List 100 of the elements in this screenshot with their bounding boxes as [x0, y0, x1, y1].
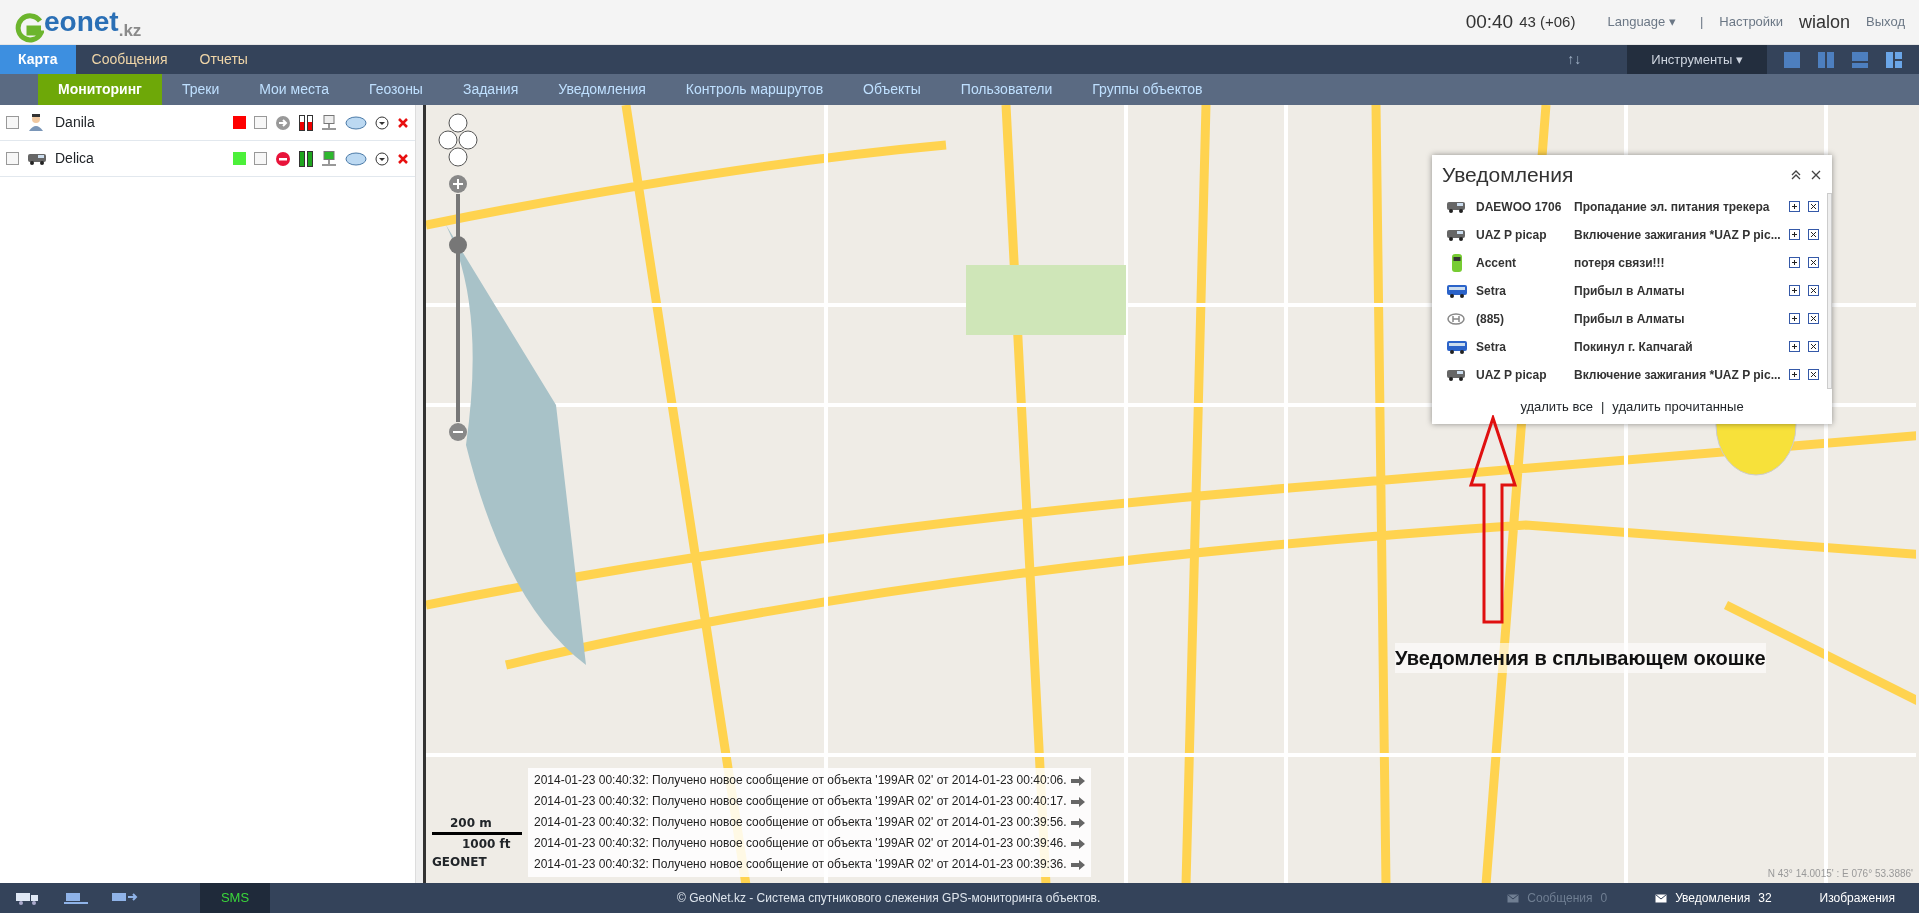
notification-text: Прибыл в Алматы: [1574, 310, 1686, 328]
tools-dropdown[interactable]: Инструменты ▾: [1627, 45, 1767, 74]
car-icon: [1452, 253, 1462, 272]
network-icon: [321, 114, 337, 131]
arrow-icon[interactable]: [1070, 817, 1085, 828]
remove-icon[interactable]: [1807, 201, 1819, 212]
images-tab[interactable]: Изображения: [1819, 889, 1895, 907]
brand-name: wialon: [1799, 10, 1851, 34]
main-tab[interactable]: Сообщения: [75, 45, 184, 74]
scale-label: 1000 ft: [461, 836, 512, 853]
remove-icon[interactable]: [1807, 229, 1819, 240]
layout-icon[interactable]: [1817, 50, 1835, 69]
sort-button[interactable]: ↑↓: [1551, 45, 1598, 74]
popup-title: Уведомления: [1442, 162, 1574, 188]
unit-name: UAZ P picap: [1476, 226, 1548, 244]
copyright-text: © GeoNet.kz - Система спутникового слежения GPS-мониторинга объектов.: [677, 890, 1101, 907]
select-checkbox[interactable]: [6, 116, 19, 129]
remove-icon[interactable]: [1807, 285, 1819, 296]
pan-control-icon[interactable]: [438, 113, 478, 168]
sub-tab[interactable]: Задания: [442, 74, 539, 105]
log-message: 2014-01-23 00:40:32: Получено новое сообщение от объекта '199AR 02' от 2014-01-23 00:40:06.: [534, 772, 1067, 789]
expand-icon[interactable]: [1788, 341, 1800, 352]
layout-icon[interactable]: [1851, 50, 1869, 69]
count-text: 0: [1600, 890, 1608, 907]
arrow-icon[interactable]: [1070, 859, 1085, 870]
unit-name: DAEWOO 1706: [1476, 198, 1563, 216]
scale-brand: GEONET: [432, 854, 488, 871]
sub-tab[interactable]: Мои места: [239, 74, 350, 105]
map-checkbox[interactable]: [254, 152, 267, 165]
arrow-icon[interactable]: [1070, 796, 1085, 807]
notification-text: Включение зажигания *UAZ P pic...: [1574, 226, 1781, 244]
expand-icon[interactable]: [1788, 257, 1800, 268]
main-tab[interactable]: Отчеты: [183, 45, 264, 74]
arrow-icon[interactable]: [1070, 775, 1085, 786]
remove-icon[interactable]: [1807, 369, 1819, 380]
delete-all-link[interactable]: удалить все: [1520, 396, 1593, 416]
log-message: 2014-01-23 00:40:32: Получено новое сообщение от объекта '199AR 02' от 2014-01-23 00:40:17.: [534, 793, 1067, 810]
clock-time: 00:40: [1465, 9, 1514, 34]
layout-icon[interactable]: [1885, 50, 1903, 69]
dropdown-icon[interactable]: [375, 115, 389, 130]
expand-icon[interactable]: [1788, 369, 1800, 380]
main-tab[interactable]: Карта: [0, 45, 76, 74]
scale-label: 200 m: [432, 814, 522, 835]
expand-icon[interactable]: [1788, 313, 1800, 324]
separator-text: |: [1699, 13, 1704, 32]
zoom-out-icon[interactable]: [447, 422, 469, 443]
sub-tab[interactable]: Контроль маршрутов: [665, 74, 844, 105]
sub-tab[interactable]: Группы объектов: [1072, 74, 1223, 105]
sub-tab[interactable]: Пользователи: [940, 74, 1073, 105]
envelope-icon[interactable]: [1655, 893, 1668, 903]
unit-name: (885): [1476, 310, 1505, 328]
settings-link[interactable]: Настройки: [1719, 12, 1784, 32]
sms-button[interactable]: SMS: [200, 883, 270, 913]
network-icon: [321, 150, 337, 167]
count-text: 32: [1758, 890, 1772, 907]
dropdown-icon[interactable]: [375, 151, 389, 166]
annotation-caption: Уведомления в сплывающем окошке: [1395, 643, 1766, 673]
sub-tab[interactable]: Объекты: [843, 74, 941, 105]
log-message: 2014-01-23 00:40:32: Получено новое сообщение от объекта '199AR 02' от 2014-01-23 00:39:56.: [534, 814, 1067, 831]
expand-icon[interactable]: [1788, 201, 1800, 212]
map-checkbox[interactable]: [254, 116, 267, 129]
sub-tab[interactable]: Треки: [161, 74, 240, 105]
log-message: 2014-01-23 00:40:32: Получено новое сообщение от объекта '199AR 02' от 2014-01-23 00:39:46.: [534, 835, 1067, 852]
coordinates-text: N 43° 14.0015' : E 076° 53.3886': [1767, 867, 1913, 881]
notification-text: Включение зажигания *UAZ P pic...: [1574, 366, 1781, 384]
unit-name: Setra: [1476, 338, 1508, 356]
unit-name: UAZ P picap: [1476, 366, 1548, 384]
logout-link[interactable]: Выход: [1866, 12, 1905, 32]
unit-name[interactable]: Danila: [55, 112, 205, 133]
expand-icon[interactable]: [1788, 229, 1800, 240]
notification-text: Покинул г. Капчагай: [1574, 338, 1694, 356]
notification-text: Прибыл в Алматы: [1574, 282, 1686, 300]
notification-text: потеря связи!!!: [1574, 254, 1666, 272]
language-dropdown[interactable]: Language ▾: [1607, 12, 1676, 32]
clock-seconds: 43 (+06): [1519, 11, 1576, 32]
logo-swirl-icon: [14, 13, 44, 43]
scrollbar[interactable]: [415, 105, 423, 883]
expand-icon[interactable]: [1788, 285, 1800, 296]
layout-icon[interactable]: [1783, 50, 1801, 69]
unit-name: Accent: [1476, 254, 1517, 272]
remove-icon[interactable]: [1807, 257, 1819, 268]
delete-read-link[interactable]: удалить прочитанные: [1612, 396, 1744, 416]
unit-name: Setra: [1476, 282, 1508, 300]
collapse-icon[interactable]: [1790, 168, 1802, 181]
remove-icon[interactable]: [1807, 341, 1819, 352]
unit-name[interactable]: Delica: [55, 148, 205, 169]
zoom-in-icon[interactable]: [447, 173, 469, 194]
sub-tab[interactable]: Геозоны: [349, 74, 443, 105]
remove-icon[interactable]: [1807, 313, 1819, 324]
delete-icon[interactable]: [397, 152, 409, 165]
scrollbar[interactable]: [1826, 192, 1832, 389]
notifications-tab[interactable]: Уведомления: [1675, 889, 1751, 907]
select-checkbox[interactable]: [6, 152, 19, 165]
arrow-icon[interactable]: [1070, 838, 1085, 849]
sub-tab[interactable]: Мониторинг: [38, 74, 162, 105]
delete-icon[interactable]: [397, 116, 409, 129]
close-icon[interactable]: [1810, 168, 1822, 181]
sub-tab[interactable]: Уведомления: [538, 74, 666, 105]
separator-text: |: [1600, 397, 1605, 416]
notification-text: Пропадание эл. питания трекера: [1574, 198, 1771, 216]
